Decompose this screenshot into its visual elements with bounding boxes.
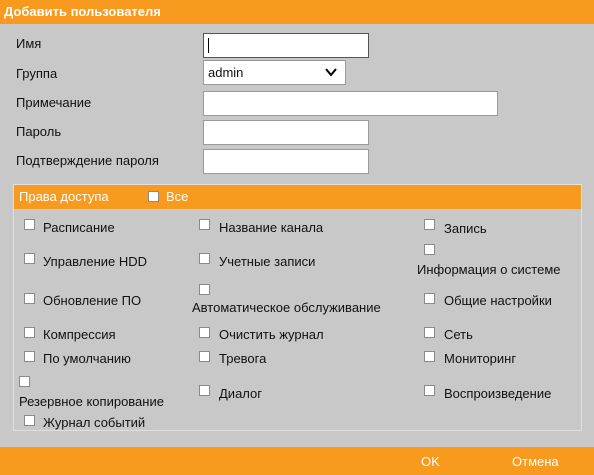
right-label: Резервное копирование [19, 394, 164, 409]
access-rights-header: Права доступа Все [14, 185, 581, 209]
dialog-footer: OK Отмена [0, 447, 594, 475]
password-input[interactable] [203, 120, 369, 145]
right-checkbox[interactable] [24, 219, 35, 230]
password-label: Пароль [16, 124, 62, 139]
right-label: Запись [444, 221, 487, 236]
right-checkbox[interactable] [199, 219, 210, 230]
group-select[interactable]: admin [203, 60, 346, 85]
right-label: Управление HDD [43, 254, 148, 269]
right-label: По умолчанию [43, 351, 131, 366]
right-label: Журнал событий [43, 415, 146, 430]
right-label: Сеть [444, 327, 473, 342]
right-label: Учетные записи [219, 254, 316, 269]
cancel-button[interactable]: Отмена [512, 454, 559, 469]
text-caret [208, 38, 209, 53]
right-checkbox[interactable] [24, 293, 35, 304]
right-checkbox[interactable] [424, 327, 435, 338]
right-label: Воспроизведение [444, 386, 552, 401]
right-checkbox[interactable] [24, 327, 35, 338]
right-checkbox[interactable] [424, 351, 435, 362]
right-checkbox[interactable] [199, 351, 210, 362]
right-checkbox[interactable] [199, 253, 210, 264]
right-checkbox[interactable] [424, 244, 435, 255]
note-label: Примечание [16, 95, 92, 110]
right-checkbox[interactable] [199, 284, 210, 295]
right-label: Компрессия [43, 327, 116, 342]
group-selected-value: admin [208, 65, 244, 80]
right-checkbox[interactable] [24, 253, 35, 264]
name-input[interactable] [203, 33, 369, 58]
dialog-title: Добавить пользователя [0, 0, 594, 24]
right-label: Расписание [43, 220, 115, 235]
right-checkbox[interactable] [24, 415, 35, 426]
right-checkbox[interactable] [199, 327, 210, 338]
confirm-password-label: Подтверждение пароля [16, 153, 159, 168]
right-label: Общие настройки [444, 293, 552, 308]
access-rights-panel: Права доступа Все Расписание Название ка… [13, 184, 582, 431]
right-label: Мониторинг [444, 351, 517, 366]
chevron-down-icon [325, 68, 337, 77]
right-checkbox[interactable] [199, 385, 210, 396]
right-checkbox[interactable] [424, 219, 435, 230]
right-label: Диалог [219, 386, 262, 401]
note-input[interactable] [203, 91, 498, 116]
right-checkbox[interactable] [424, 293, 435, 304]
right-checkbox[interactable] [24, 351, 35, 362]
all-rights-label: Все [166, 189, 189, 204]
right-label: Автоматическое обслуживание [192, 300, 381, 315]
right-label: Информация о системе [417, 262, 561, 277]
right-checkbox[interactable] [424, 385, 435, 396]
right-label: Обновление ПО [43, 293, 142, 308]
name-label: Имя [16, 36, 42, 51]
right-label: Название канала [219, 220, 324, 235]
group-label: Группа [16, 66, 58, 81]
all-rights-checkbox[interactable] [148, 191, 159, 202]
access-rights-title: Права доступа [19, 189, 109, 204]
ok-button[interactable]: OK [421, 454, 440, 469]
right-label: Тревога [219, 351, 267, 366]
confirm-password-input[interactable] [203, 149, 369, 174]
right-label: Очистить журнал [219, 327, 324, 342]
right-checkbox[interactable] [19, 376, 30, 387]
